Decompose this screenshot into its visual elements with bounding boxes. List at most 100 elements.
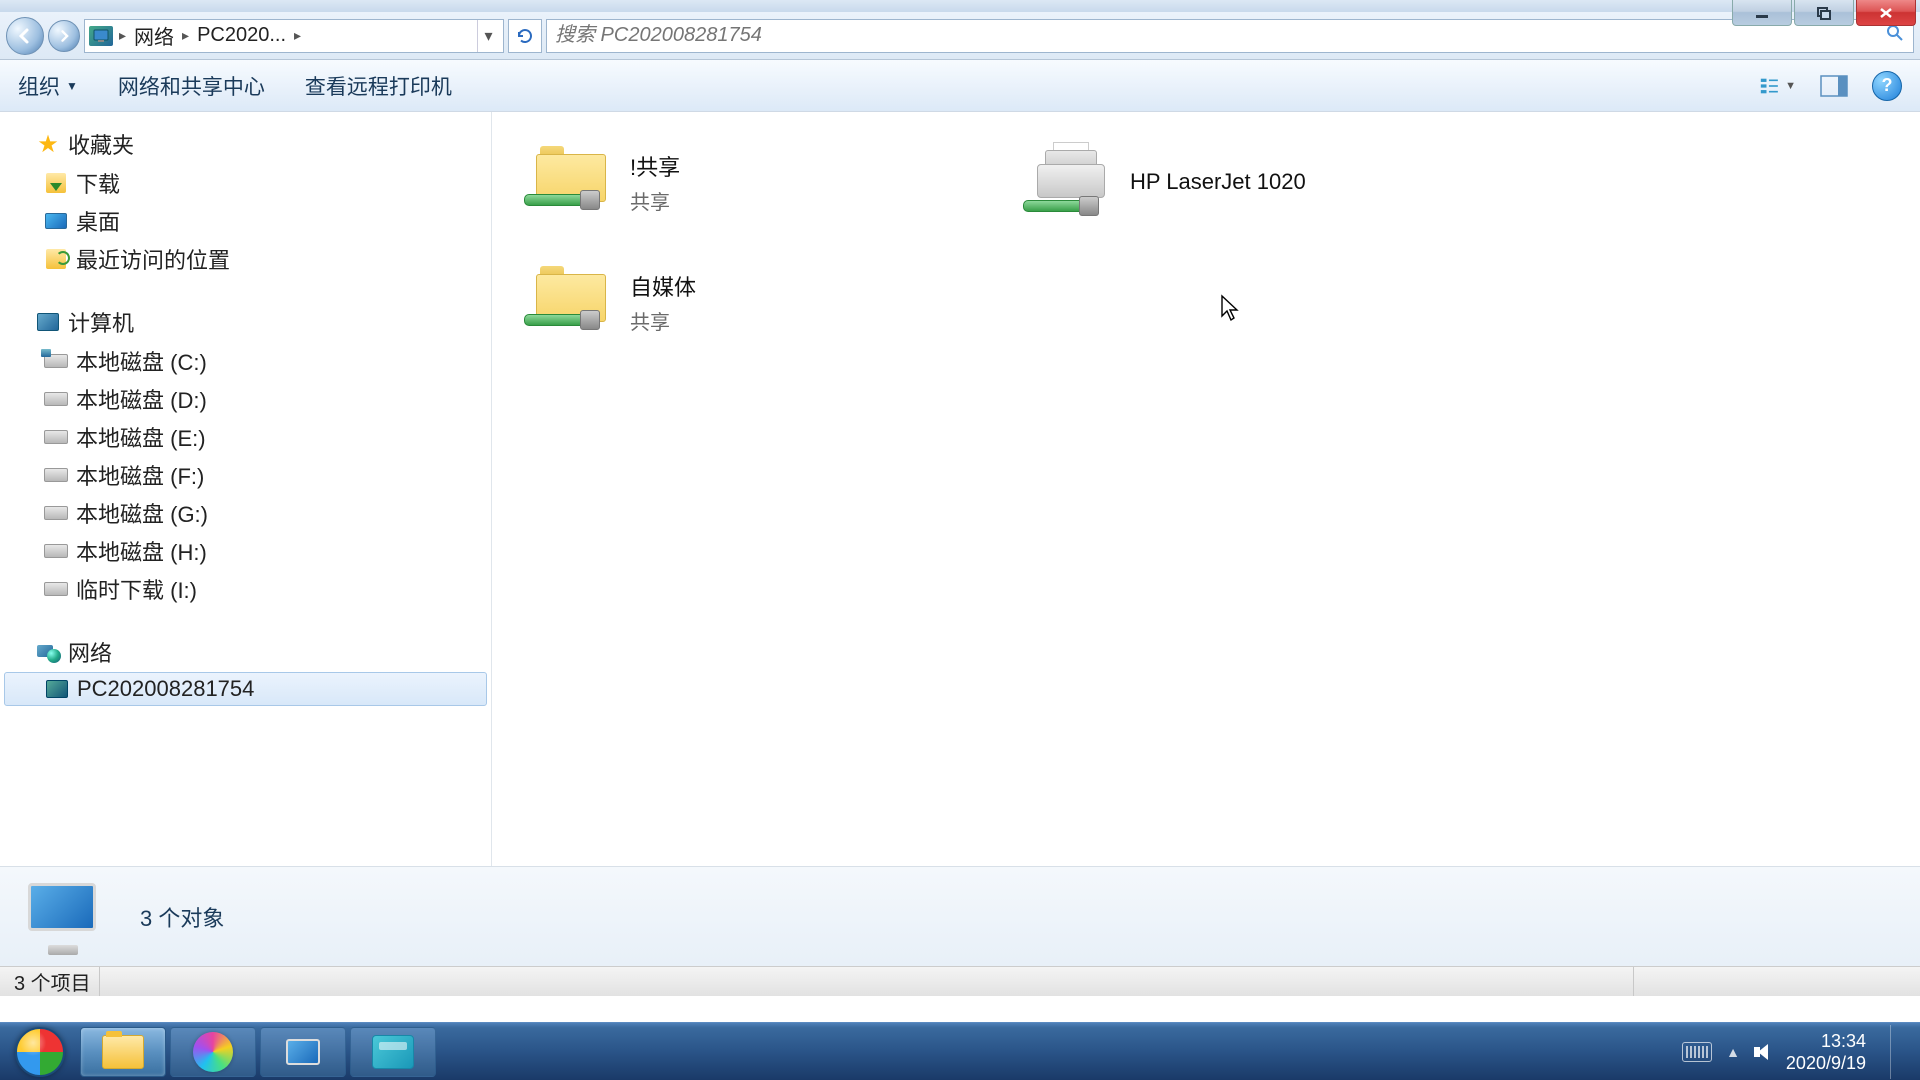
view-remote-printers-button[interactable]: 查看远程打印机 xyxy=(305,71,452,101)
drive-icon xyxy=(44,430,68,444)
clock-time: 13:34 xyxy=(1786,1030,1866,1052)
nav-recent[interactable]: 最近访问的位置 xyxy=(0,240,491,278)
nav-downloads[interactable]: 下载 xyxy=(0,164,491,202)
nav-label: 本地磁盘 (D:) xyxy=(76,383,207,415)
nav-label: 本地磁盘 (E:) xyxy=(76,421,206,453)
network-sharing-center-button[interactable]: 网络和共享中心 xyxy=(118,71,265,101)
taskbar-explorer[interactable] xyxy=(80,1027,166,1077)
taskbar-browser[interactable] xyxy=(170,1027,256,1077)
computer-icon xyxy=(37,313,59,331)
navigation-pane: ★ 收藏夹 下载 桌面 最近访问的位置 计算机 本地磁盘 (C:) 本地磁盘 (… xyxy=(0,112,492,866)
nav-drive-c[interactable]: 本地磁盘 (C:) xyxy=(0,342,491,380)
search-box[interactable] xyxy=(546,19,1914,53)
nav-drive-d[interactable]: 本地磁盘 (D:) xyxy=(0,380,491,418)
dropdown-arrow-icon: ▼ xyxy=(66,79,78,93)
network-computer-icon xyxy=(282,1035,324,1069)
address-bar-row: ▸ 网络 ▸ PC2020... ▸ ▾ xyxy=(0,12,1920,60)
taskbar: ▲ 13:34 2020/9/19 xyxy=(0,1022,1920,1080)
windows-orb-icon xyxy=(15,1027,65,1077)
show-desktop-button[interactable] xyxy=(1890,1025,1908,1079)
clock[interactable]: 13:34 2020/9/19 xyxy=(1786,1030,1870,1074)
nav-label: 最近访问的位置 xyxy=(76,243,230,275)
dropdown-arrow-icon: ▼ xyxy=(1785,80,1796,92)
preview-pane-button[interactable] xyxy=(1816,68,1852,104)
start-button[interactable] xyxy=(4,1025,76,1079)
drive-icon xyxy=(44,544,68,558)
item-name: !共享 xyxy=(630,150,680,182)
nav-desktop[interactable]: 桌面 xyxy=(0,202,491,240)
taskbar-network[interactable] xyxy=(260,1027,346,1077)
details-text: 3 个对象 xyxy=(140,901,224,933)
shared-printer-item[interactable]: HP LaserJet 1020 xyxy=(1022,132,1482,232)
nav-drive-g[interactable]: 本地磁盘 (G:) xyxy=(0,494,491,532)
show-hidden-icons-button[interactable]: ▲ xyxy=(1726,1044,1740,1060)
organize-menu[interactable]: 组织 ▼ xyxy=(18,71,78,101)
system-tray: ▲ 13:34 2020/9/19 xyxy=(1674,1025,1916,1079)
search-input[interactable] xyxy=(555,24,1885,47)
mouse-cursor-icon xyxy=(1220,294,1240,322)
breadcrumb-sep-icon[interactable]: ▸ xyxy=(292,27,303,44)
network-icon xyxy=(37,641,59,663)
close-button[interactable] xyxy=(1856,0,1916,26)
view-options-button[interactable]: ▼ xyxy=(1760,68,1796,104)
breadcrumb-sep-icon[interactable]: ▸ xyxy=(117,27,128,44)
shared-folder-icon xyxy=(526,142,616,222)
nav-network[interactable]: 网络 xyxy=(0,632,491,672)
forward-button[interactable] xyxy=(48,20,80,52)
nav-drive-h[interactable]: 本地磁盘 (H:) xyxy=(0,532,491,570)
shared-folder-item[interactable]: 自媒体 共享 xyxy=(522,252,982,352)
content-area[interactable]: !共享 共享 HP LaserJet 1020 自媒体 共享 xyxy=(492,112,1920,866)
control-panel-icon xyxy=(372,1035,414,1069)
nav-computer[interactable]: 计算机 xyxy=(0,302,491,342)
address-bar[interactable]: ▸ 网络 ▸ PC2020... ▸ ▾ xyxy=(84,19,504,53)
nav-drive-i[interactable]: 临时下载 (I:) xyxy=(0,570,491,608)
computer-icon xyxy=(89,26,113,46)
shared-folder-item[interactable]: !共享 共享 xyxy=(522,132,982,232)
title-bar[interactable] xyxy=(0,0,1920,12)
nav-label: 本地磁盘 (F:) xyxy=(76,459,204,491)
nav-network-pc[interactable]: PC202008281754 xyxy=(4,672,487,706)
download-icon xyxy=(46,173,66,193)
nav-label: 本地磁盘 (C:) xyxy=(76,345,207,377)
nav-label: 下载 xyxy=(76,167,120,199)
nav-label: 网络 xyxy=(68,636,112,668)
file-explorer-icon xyxy=(102,1035,144,1069)
drive-icon xyxy=(44,392,68,406)
nav-label: 桌面 xyxy=(76,205,120,237)
volume-icon[interactable] xyxy=(1754,1042,1772,1062)
item-type: 共享 xyxy=(630,186,680,215)
keyboard-icon[interactable] xyxy=(1682,1042,1712,1062)
breadcrumb-pc[interactable]: PC2020... xyxy=(191,24,292,47)
nav-favorites[interactable]: ★ 收藏夹 xyxy=(0,124,491,164)
breadcrumb-network[interactable]: 网络 xyxy=(128,21,180,50)
taskbar-control-panel[interactable] xyxy=(350,1027,436,1077)
help-button[interactable]: ? xyxy=(1872,71,1902,101)
status-items-count: 3 个项目 xyxy=(6,967,100,996)
nav-drive-f[interactable]: 本地磁盘 (F:) xyxy=(0,456,491,494)
minimize-button[interactable] xyxy=(1732,0,1792,26)
breadcrumb-sep-icon[interactable]: ▸ xyxy=(180,27,191,44)
printer-icon xyxy=(1026,142,1116,222)
drive-icon xyxy=(44,582,68,596)
nav-label: 临时下载 (I:) xyxy=(76,573,197,605)
computer-large-icon xyxy=(20,877,110,957)
nav-label: 计算机 xyxy=(68,306,134,338)
drive-icon xyxy=(44,468,68,482)
nav-drive-e[interactable]: 本地磁盘 (E:) xyxy=(0,418,491,456)
address-dropdown-button[interactable]: ▾ xyxy=(477,20,499,52)
search-icon[interactable] xyxy=(1885,23,1905,48)
desktop-icon xyxy=(45,213,67,229)
shared-folder-icon xyxy=(526,262,616,342)
command-bar: 组织 ▼ 网络和共享中心 查看远程打印机 ▼ ? xyxy=(0,60,1920,112)
organize-label: 组织 xyxy=(18,71,60,101)
item-name: 自媒体 xyxy=(630,270,696,302)
refresh-button[interactable] xyxy=(508,19,542,53)
nav-label: PC202008281754 xyxy=(77,676,254,702)
maximize-button[interactable] xyxy=(1794,0,1854,26)
item-name: HP LaserJet 1020 xyxy=(1130,169,1306,195)
nav-label: 本地磁盘 (H:) xyxy=(76,535,207,567)
details-pane: 3 个对象 xyxy=(0,866,1920,966)
browser-icon xyxy=(193,1032,233,1072)
star-icon: ★ xyxy=(36,133,60,155)
back-button[interactable] xyxy=(6,17,44,55)
